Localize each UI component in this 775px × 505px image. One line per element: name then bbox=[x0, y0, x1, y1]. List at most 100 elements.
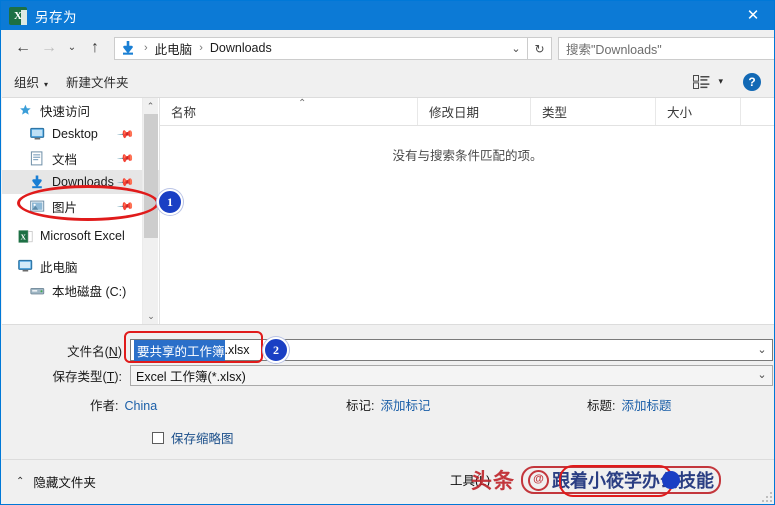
window-title: 另存为 bbox=[35, 9, 77, 25]
filename-input[interactable]: 要共享的工作簿 .xlsx ⌄ bbox=[130, 339, 773, 361]
up-button[interactable]: ↑ bbox=[82, 35, 108, 61]
savetype-select[interactable]: Excel 工作簿(*.xlsx) ⌄ bbox=[130, 365, 773, 386]
column-header-extra[interactable] bbox=[741, 98, 774, 125]
tags-field: 标记: 添加标记 bbox=[346, 395, 431, 414]
breadcrumb[interactable]: › 此电脑 › Downloads ⌄ bbox=[114, 36, 528, 60]
chevron-down-icon[interactable]: ⌄ bbox=[505, 42, 527, 55]
sidebar-item-label: 图片 bbox=[52, 200, 78, 215]
excel-icon bbox=[9, 6, 27, 25]
command-toolbar: 组织 ▾ 新建文件夹 ▾ ? bbox=[2, 66, 774, 98]
column-header-date[interactable]: 修改日期 bbox=[418, 98, 531, 125]
savetype-label: 保存类型(T): bbox=[52, 370, 122, 384]
refresh-icon[interactable]: ↻ bbox=[528, 36, 552, 60]
save-as-dialog: 另存为 ✕ ← → ⌄ ↑ › 此电脑 › Downloads ⌄ ↻ 搜索"D… bbox=[0, 0, 775, 505]
author-field: 作者: China bbox=[90, 395, 157, 414]
breadcrumb-separator: › bbox=[144, 42, 148, 54]
caret-down-icon: ▾ bbox=[44, 80, 49, 89]
drive-icon bbox=[28, 282, 46, 298]
document-icon bbox=[28, 150, 46, 166]
scroll-down-icon[interactable]: ⌄ bbox=[143, 308, 159, 324]
chevron-up-icon: ⌃ bbox=[16, 476, 25, 487]
new-folder-button[interactable]: 新建文件夹 bbox=[60, 69, 135, 94]
view-options-button[interactable]: ▾ bbox=[693, 74, 723, 89]
sidebar-item-downloads[interactable]: Downloads 📌 bbox=[2, 170, 159, 194]
navigation-bar: ← → ⌄ ↑ › 此电脑 › Downloads ⌄ ↻ 搜索"Downloa… bbox=[2, 30, 774, 66]
recent-locations-button[interactable]: ⌄ bbox=[62, 35, 82, 61]
title-value[interactable]: 添加标题 bbox=[621, 399, 671, 413]
column-header-type[interactable]: 类型 bbox=[531, 98, 656, 125]
annotation-badge-1: 1 bbox=[157, 189, 183, 215]
hide-folders-label: 隐藏文件夹 bbox=[33, 476, 96, 490]
checkbox-box[interactable] bbox=[152, 431, 164, 444]
tools-button[interactable]: 工具(L) bbox=[450, 470, 490, 489]
downloads-arrow-icon bbox=[119, 39, 137, 57]
empty-state-message: 没有与搜索条件匹配的项。 bbox=[392, 149, 543, 163]
caret-down-icon: ▾ bbox=[718, 76, 723, 86]
star-pin-icon bbox=[16, 102, 34, 118]
sidebar-item-local-disk-c[interactable]: 本地磁盘 (C:) bbox=[2, 278, 159, 302]
column-header-size[interactable]: 大小 bbox=[656, 98, 741, 125]
tags-label: 标记: bbox=[346, 399, 375, 413]
savetype-value: Excel 工作簿(*.xlsx) bbox=[136, 370, 246, 384]
breadcrumb-separator: › bbox=[199, 42, 203, 54]
chevron-down-icon[interactable]: ⌄ bbox=[752, 366, 772, 385]
filename-selected-text: 要共享的工作簿 bbox=[134, 339, 225, 361]
resize-grip[interactable] bbox=[760, 490, 772, 502]
annotation-badge-2: 2 bbox=[263, 337, 289, 363]
dialog-footer: ⌃ 隐藏文件夹 工具(L) bbox=[2, 459, 774, 504]
svg-text:X: X bbox=[20, 232, 26, 241]
excel-icon: X bbox=[16, 228, 34, 244]
sidebar-item-label: Downloads bbox=[52, 175, 114, 189]
filename-label: 文件名(N) bbox=[67, 344, 122, 359]
file-list-pane: 名称 修改日期 类型 大小 ⌃ 没有与搜索条件匹配的项。 bbox=[159, 98, 774, 324]
pin-icon[interactable]: 📌 bbox=[117, 173, 136, 191]
sidebar-scrollbar[interactable]: ⌃ ⌄ bbox=[142, 98, 158, 324]
scroll-up-icon[interactable]: ⌃ bbox=[143, 98, 158, 114]
navigation-sidebar: 快速访问 Desktop 📌 文档 📌 Downloads 📌 图片 📌 X M… bbox=[2, 98, 159, 324]
sidebar-item-label: 快速访问 bbox=[40, 104, 91, 119]
sidebar-item-label: 文档 bbox=[52, 152, 78, 167]
sidebar-item-label: 此电脑 bbox=[40, 260, 78, 275]
sidebar-item-documents[interactable]: 文档 📌 bbox=[2, 146, 159, 170]
search-input[interactable]: 搜索"Downloads" bbox=[559, 39, 774, 58]
help-icon[interactable]: ? bbox=[743, 72, 761, 91]
filename-extension-text: .xlsx bbox=[224, 343, 250, 357]
sidebar-item-desktop[interactable]: Desktop 📌 bbox=[2, 122, 159, 146]
breadcrumb-item-0[interactable]: 此电脑 bbox=[153, 39, 195, 58]
downloads-arrow-icon bbox=[28, 174, 46, 190]
back-button[interactable]: ← bbox=[10, 35, 36, 61]
pin-icon[interactable]: 📌 bbox=[117, 125, 136, 143]
sidebar-item-pictures[interactable]: 图片 📌 bbox=[2, 194, 159, 218]
organize-button[interactable]: 组织 ▾ bbox=[8, 69, 54, 94]
hide-folders-button[interactable]: ⌃ 隐藏文件夹 bbox=[16, 472, 96, 491]
column-header-row: 名称 修改日期 类型 大小 ⌃ bbox=[160, 98, 774, 126]
sidebar-item-quick-access[interactable]: 快速访问 bbox=[2, 98, 159, 122]
breadcrumb-item-1[interactable]: Downloads bbox=[208, 41, 274, 55]
organize-label: 组织 bbox=[14, 76, 40, 90]
chevron-down-icon[interactable]: ⌄ bbox=[752, 340, 772, 360]
sidebar-item-microsoft-excel[interactable]: X Microsoft Excel bbox=[2, 224, 159, 248]
sidebar-item-this-pc[interactable]: 此电脑 bbox=[2, 254, 159, 278]
author-value[interactable]: China bbox=[124, 399, 157, 413]
title-bar: 另存为 ✕ bbox=[1, 1, 774, 30]
save-thumbnail-label: 保存缩略图 bbox=[171, 432, 234, 446]
search-box[interactable]: 搜索"Downloads" bbox=[558, 36, 774, 60]
tags-value[interactable]: 添加标记 bbox=[380, 399, 430, 413]
sidebar-item-label: Desktop bbox=[52, 127, 98, 141]
sidebar-item-label: 本地磁盘 (C:) bbox=[52, 284, 127, 299]
title-field: 标题: 添加标题 bbox=[587, 395, 672, 414]
save-form: 文件名(N) 要共享的工作簿 .xlsx ⌄ 保存类型(T): Excel 工作簿… bbox=[2, 324, 774, 459]
monitor-icon bbox=[28, 126, 46, 142]
sidebar-item-label: Microsoft Excel bbox=[40, 229, 125, 243]
view-layout-icon bbox=[693, 74, 710, 89]
save-thumbnail-checkbox[interactable]: 保存缩略图 bbox=[152, 428, 234, 447]
computer-icon bbox=[16, 258, 34, 274]
scrollbar-thumb[interactable] bbox=[144, 114, 158, 238]
column-header-name[interactable]: 名称 bbox=[160, 98, 418, 125]
close-icon[interactable]: ✕ bbox=[730, 1, 774, 30]
forward-button: → bbox=[41, 39, 57, 56]
pin-icon[interactable]: 📌 bbox=[117, 149, 136, 167]
sort-indicator-icon: ⌃ bbox=[298, 98, 307, 109]
pin-icon[interactable]: 📌 bbox=[117, 197, 136, 215]
title-label: 标题: bbox=[587, 399, 616, 413]
